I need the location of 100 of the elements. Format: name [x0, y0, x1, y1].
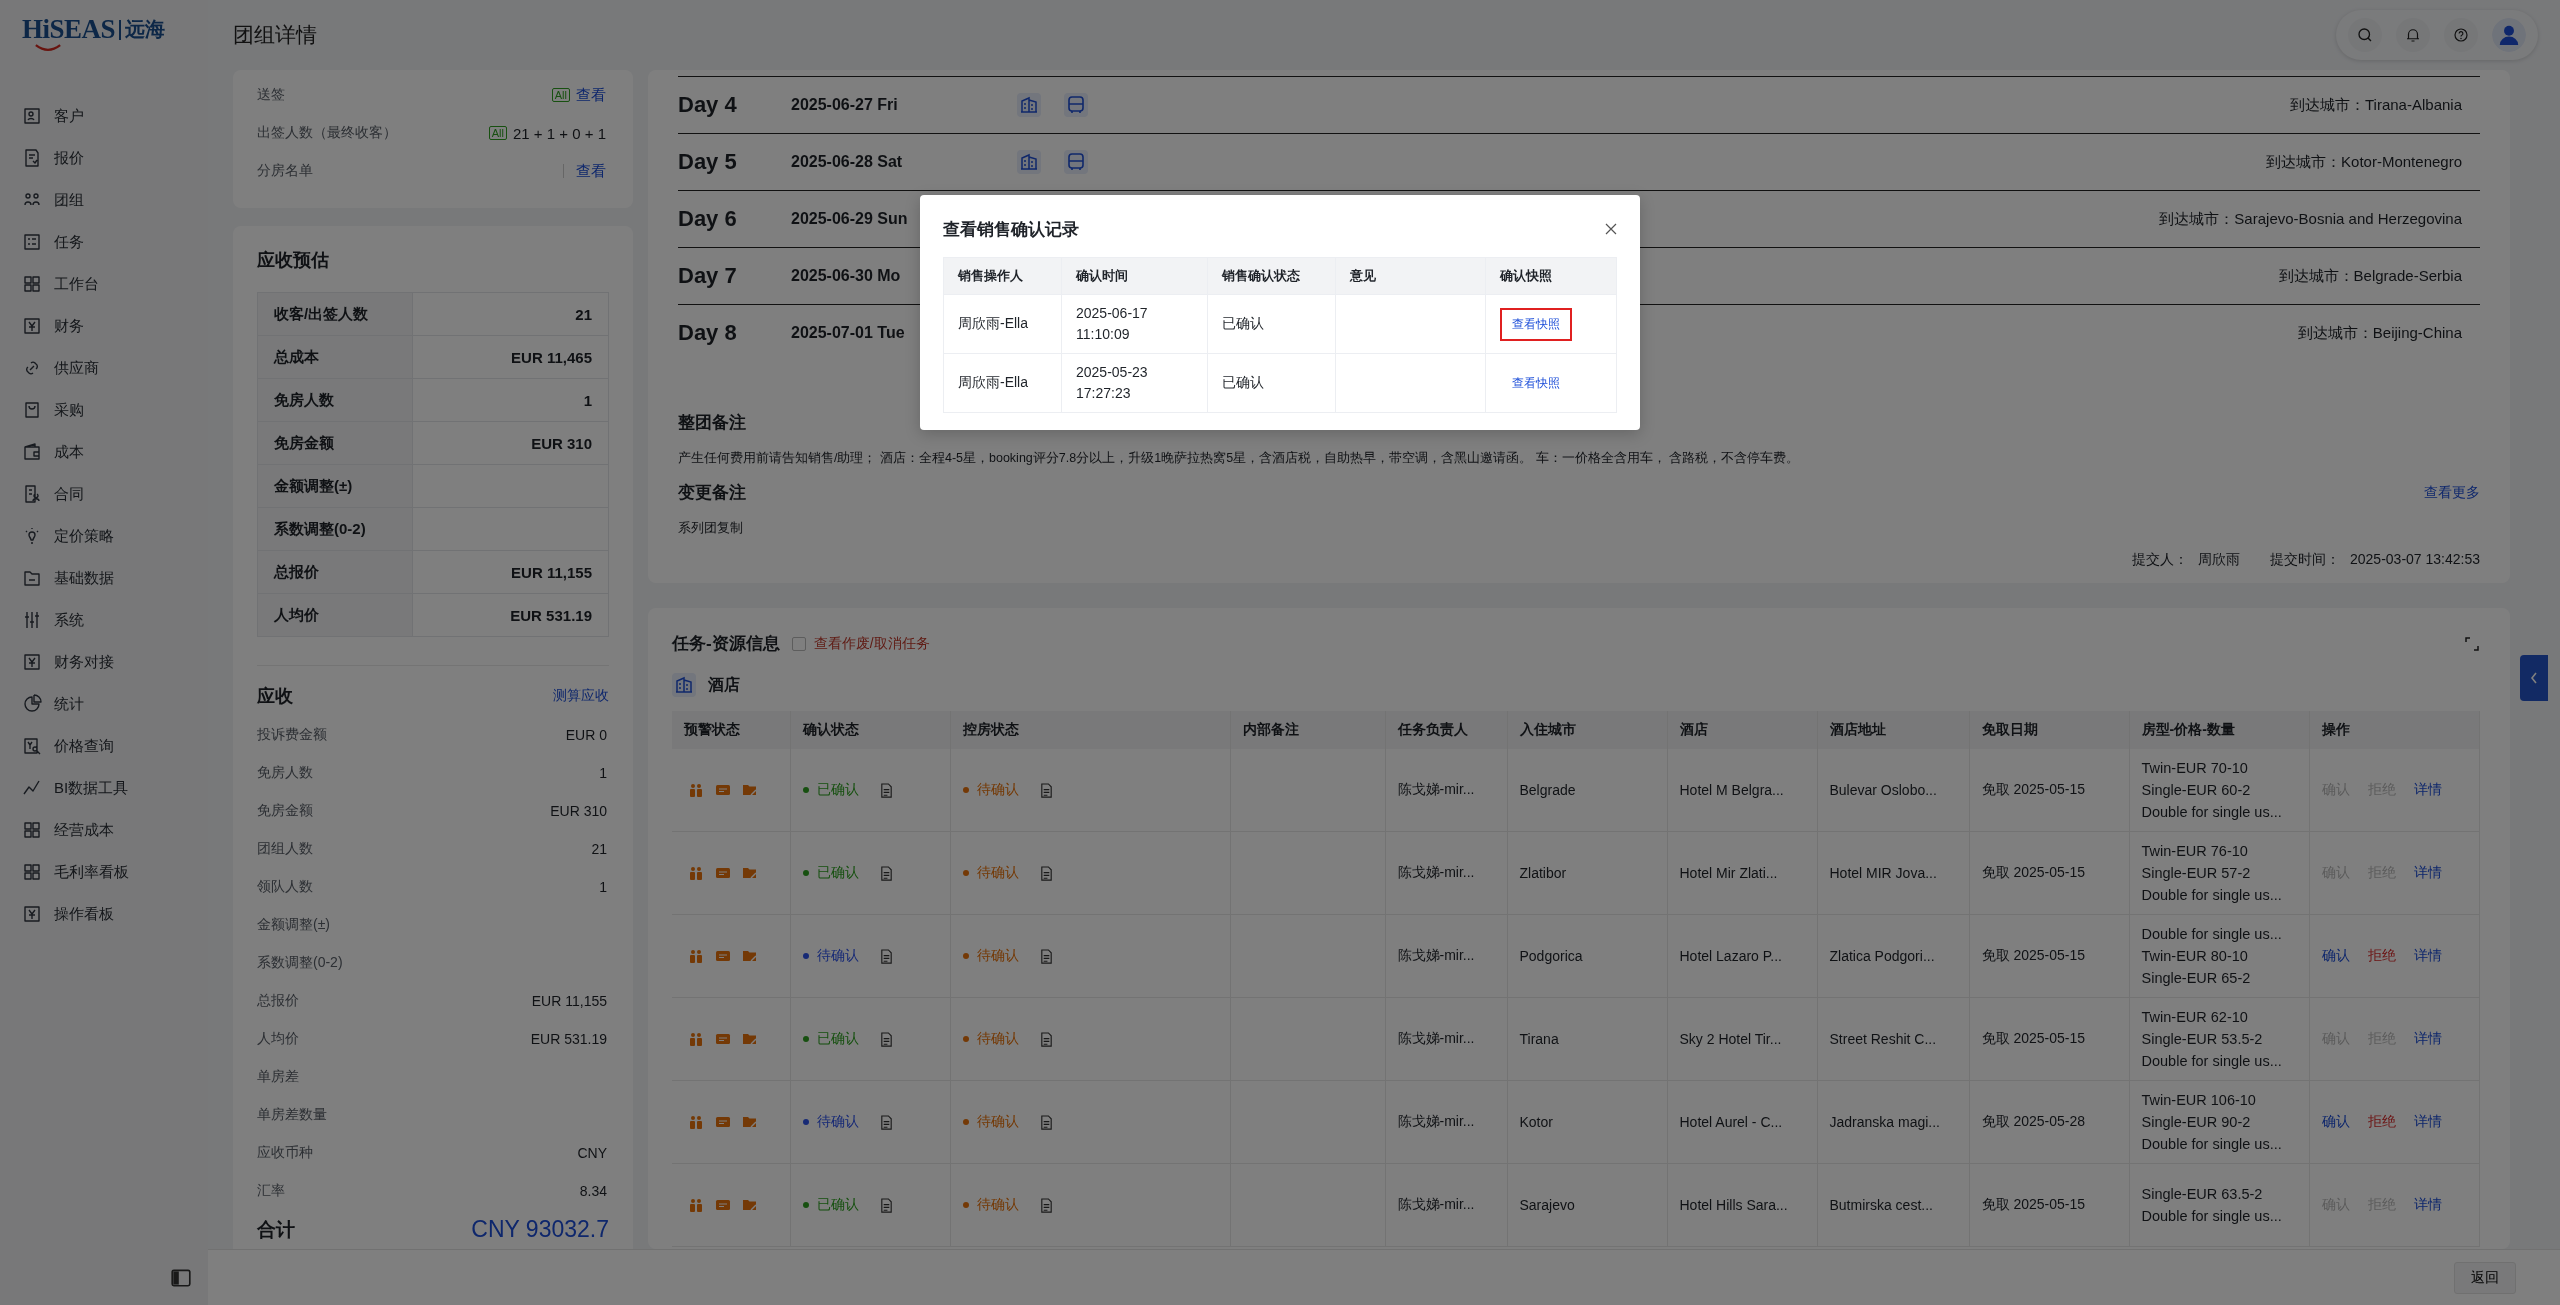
column-header: 入住城市 — [1507, 711, 1667, 749]
building-icon[interactable] — [1017, 150, 1041, 174]
bus-icon[interactable] — [1064, 93, 1088, 117]
wallet-icon — [22, 442, 42, 462]
detail-link[interactable]: 详情 — [2413, 781, 2442, 797]
detail-link[interactable]: 详情 — [2413, 947, 2442, 963]
room-price: Double for single us... — [2141, 803, 2283, 822]
document-icon[interactable] — [1038, 782, 1054, 798]
checkbox[interactable] — [791, 636, 806, 651]
calculate-link[interactable]: 测算应收 — [553, 687, 609, 705]
sidebar-item[interactable]: BI数据工具 — [0, 767, 208, 809]
document-icon[interactable] — [1038, 1197, 1054, 1213]
column-header: 房型-价格-数量 — [2129, 711, 2309, 749]
view-link[interactable]: 查看 — [576, 161, 606, 181]
user-avatar-icon[interactable] — [2492, 18, 2526, 52]
folder-edit-icon — [742, 1031, 758, 1047]
table-cell: 免房金额 — [258, 422, 413, 464]
document-icon[interactable] — [878, 1197, 894, 1213]
sidebar-item[interactable]: 任务 — [0, 221, 208, 263]
document-icon[interactable] — [878, 865, 894, 881]
sidebar-item[interactable]: 定价策略 — [0, 515, 208, 557]
confirm-link[interactable]: 确认 — [2321, 1113, 2350, 1129]
view-more-link[interactable]: 查看更多 — [2424, 483, 2480, 502]
table-cell: Street Reshit C... — [1817, 997, 1969, 1081]
document-icon[interactable] — [1038, 865, 1054, 881]
status-dot — [962, 1119, 969, 1125]
sidebar-item[interactable]: 统计 — [0, 683, 208, 725]
people-icon — [688, 1031, 704, 1047]
people-icon — [688, 948, 704, 964]
close-icon[interactable] — [1605, 223, 1617, 235]
search-icon[interactable] — [2348, 18, 2382, 52]
bus-icon[interactable] — [1064, 150, 1088, 174]
sidebar-item[interactable]: 团组 — [0, 179, 208, 221]
detail-link[interactable]: 详情 — [2413, 864, 2442, 880]
back-button[interactable]: 返回 — [2454, 1261, 2516, 1294]
column-header: 免取日期 — [1969, 711, 2129, 749]
sidebar-item[interactable]: 价格查询 — [0, 725, 208, 767]
field-label: 免房金额 — [257, 802, 313, 820]
arrival-city: 到达城市：Sarajevo-Bosnia and Herzegovina — [2159, 209, 2463, 229]
sidebar-item[interactable]: 操作看板 — [0, 893, 208, 935]
room-status: 待确认 — [976, 781, 1019, 799]
reject-link[interactable]: 拒绝 — [2367, 947, 2396, 963]
room-price: Twin-EUR 76-10 — [2141, 842, 2249, 861]
sidebar-item[interactable]: 财务 — [0, 305, 208, 347]
sidebar-item[interactable]: 合同 — [0, 473, 208, 515]
table-cell: 免取 2025-05-15 — [1969, 1163, 2129, 1247]
sidebar-item[interactable]: 系统 — [0, 599, 208, 641]
all-badge: All — [488, 126, 507, 140]
document-icon[interactable] — [878, 1114, 894, 1130]
expand-icon[interactable] — [2464, 635, 2480, 652]
field-value: EUR 531.19 — [530, 1031, 607, 1047]
table-cell: Bulevar Oslobo... — [1817, 749, 1969, 832]
folder-edit-icon — [742, 865, 758, 881]
reject-link[interactable]: 拒绝 — [2367, 1113, 2396, 1129]
grid-icon — [22, 274, 42, 294]
sidebar-item[interactable]: 采购 — [0, 389, 208, 431]
sidebar-item[interactable]: 供应商 — [0, 347, 208, 389]
document-icon[interactable] — [878, 782, 894, 798]
column-header: 确认状态 — [790, 711, 950, 749]
table-cell: 已确认 — [1207, 353, 1336, 413]
sidebar-item[interactable]: 客户 — [0, 95, 208, 137]
document-icon[interactable] — [1038, 1031, 1054, 1047]
grid-icon — [22, 820, 42, 840]
table-cell: 收客/出签人数 — [258, 293, 413, 335]
checkbox-label[interactable]: 查看作废/取消任务 — [813, 634, 930, 653]
detail-link[interactable]: 详情 — [2413, 1196, 2442, 1212]
view-snapshot-link[interactable]: 查看快照 — [1500, 307, 1572, 341]
field-value: EUR 11,155 — [531, 993, 607, 1009]
document-icon[interactable] — [1038, 1114, 1054, 1130]
sidebar-item[interactable]: 工作台 — [0, 263, 208, 305]
field-label: 单房差 — [257, 1068, 299, 1086]
column-header: 销售操作人 — [943, 257, 1062, 295]
day-date: 2025-06-30 Mo — [791, 267, 901, 284]
view-link[interactable]: 查看 — [576, 85, 606, 105]
bell-icon[interactable] — [2396, 18, 2430, 52]
confirm-link[interactable]: 确认 — [2321, 947, 2350, 963]
submit-time: 2025-03-07 13:42:53 — [2350, 551, 2480, 569]
sidebar-item[interactable]: 成本 — [0, 431, 208, 473]
day-date: 2025-06-27 Fri — [791, 96, 898, 113]
table-cell: 陈戈娣-mir... — [1385, 749, 1507, 832]
folder-edit-icon — [742, 1197, 758, 1213]
sidebar-item[interactable]: 财务对接 — [0, 641, 208, 683]
help-icon[interactable] — [2444, 18, 2478, 52]
table-cell: Zlatibor — [1507, 831, 1667, 915]
building-icon[interactable] — [1017, 93, 1041, 117]
field-label: 分房名单 — [257, 162, 313, 180]
detail-link[interactable]: 详情 — [2413, 1113, 2442, 1129]
document-icon[interactable] — [878, 948, 894, 964]
confirm-status: 待确认 — [816, 947, 859, 965]
submitter-label: 提交人： — [2132, 551, 2188, 569]
detail-link[interactable]: 详情 — [2413, 1030, 2442, 1046]
collapse-sidebar-icon[interactable] — [170, 1266, 192, 1289]
sidebar-item[interactable]: 报价 — [0, 137, 208, 179]
document-icon[interactable] — [878, 1031, 894, 1047]
sidebar-item[interactable]: 经营成本 — [0, 809, 208, 851]
logo: HiSEAS 远海 — [22, 14, 166, 55]
document-icon[interactable] — [1038, 948, 1054, 964]
sidebar-item[interactable]: 基础数据 — [0, 557, 208, 599]
folder-edit-icon — [742, 782, 758, 798]
sidebar-item[interactable]: 毛利率看板 — [0, 851, 208, 893]
